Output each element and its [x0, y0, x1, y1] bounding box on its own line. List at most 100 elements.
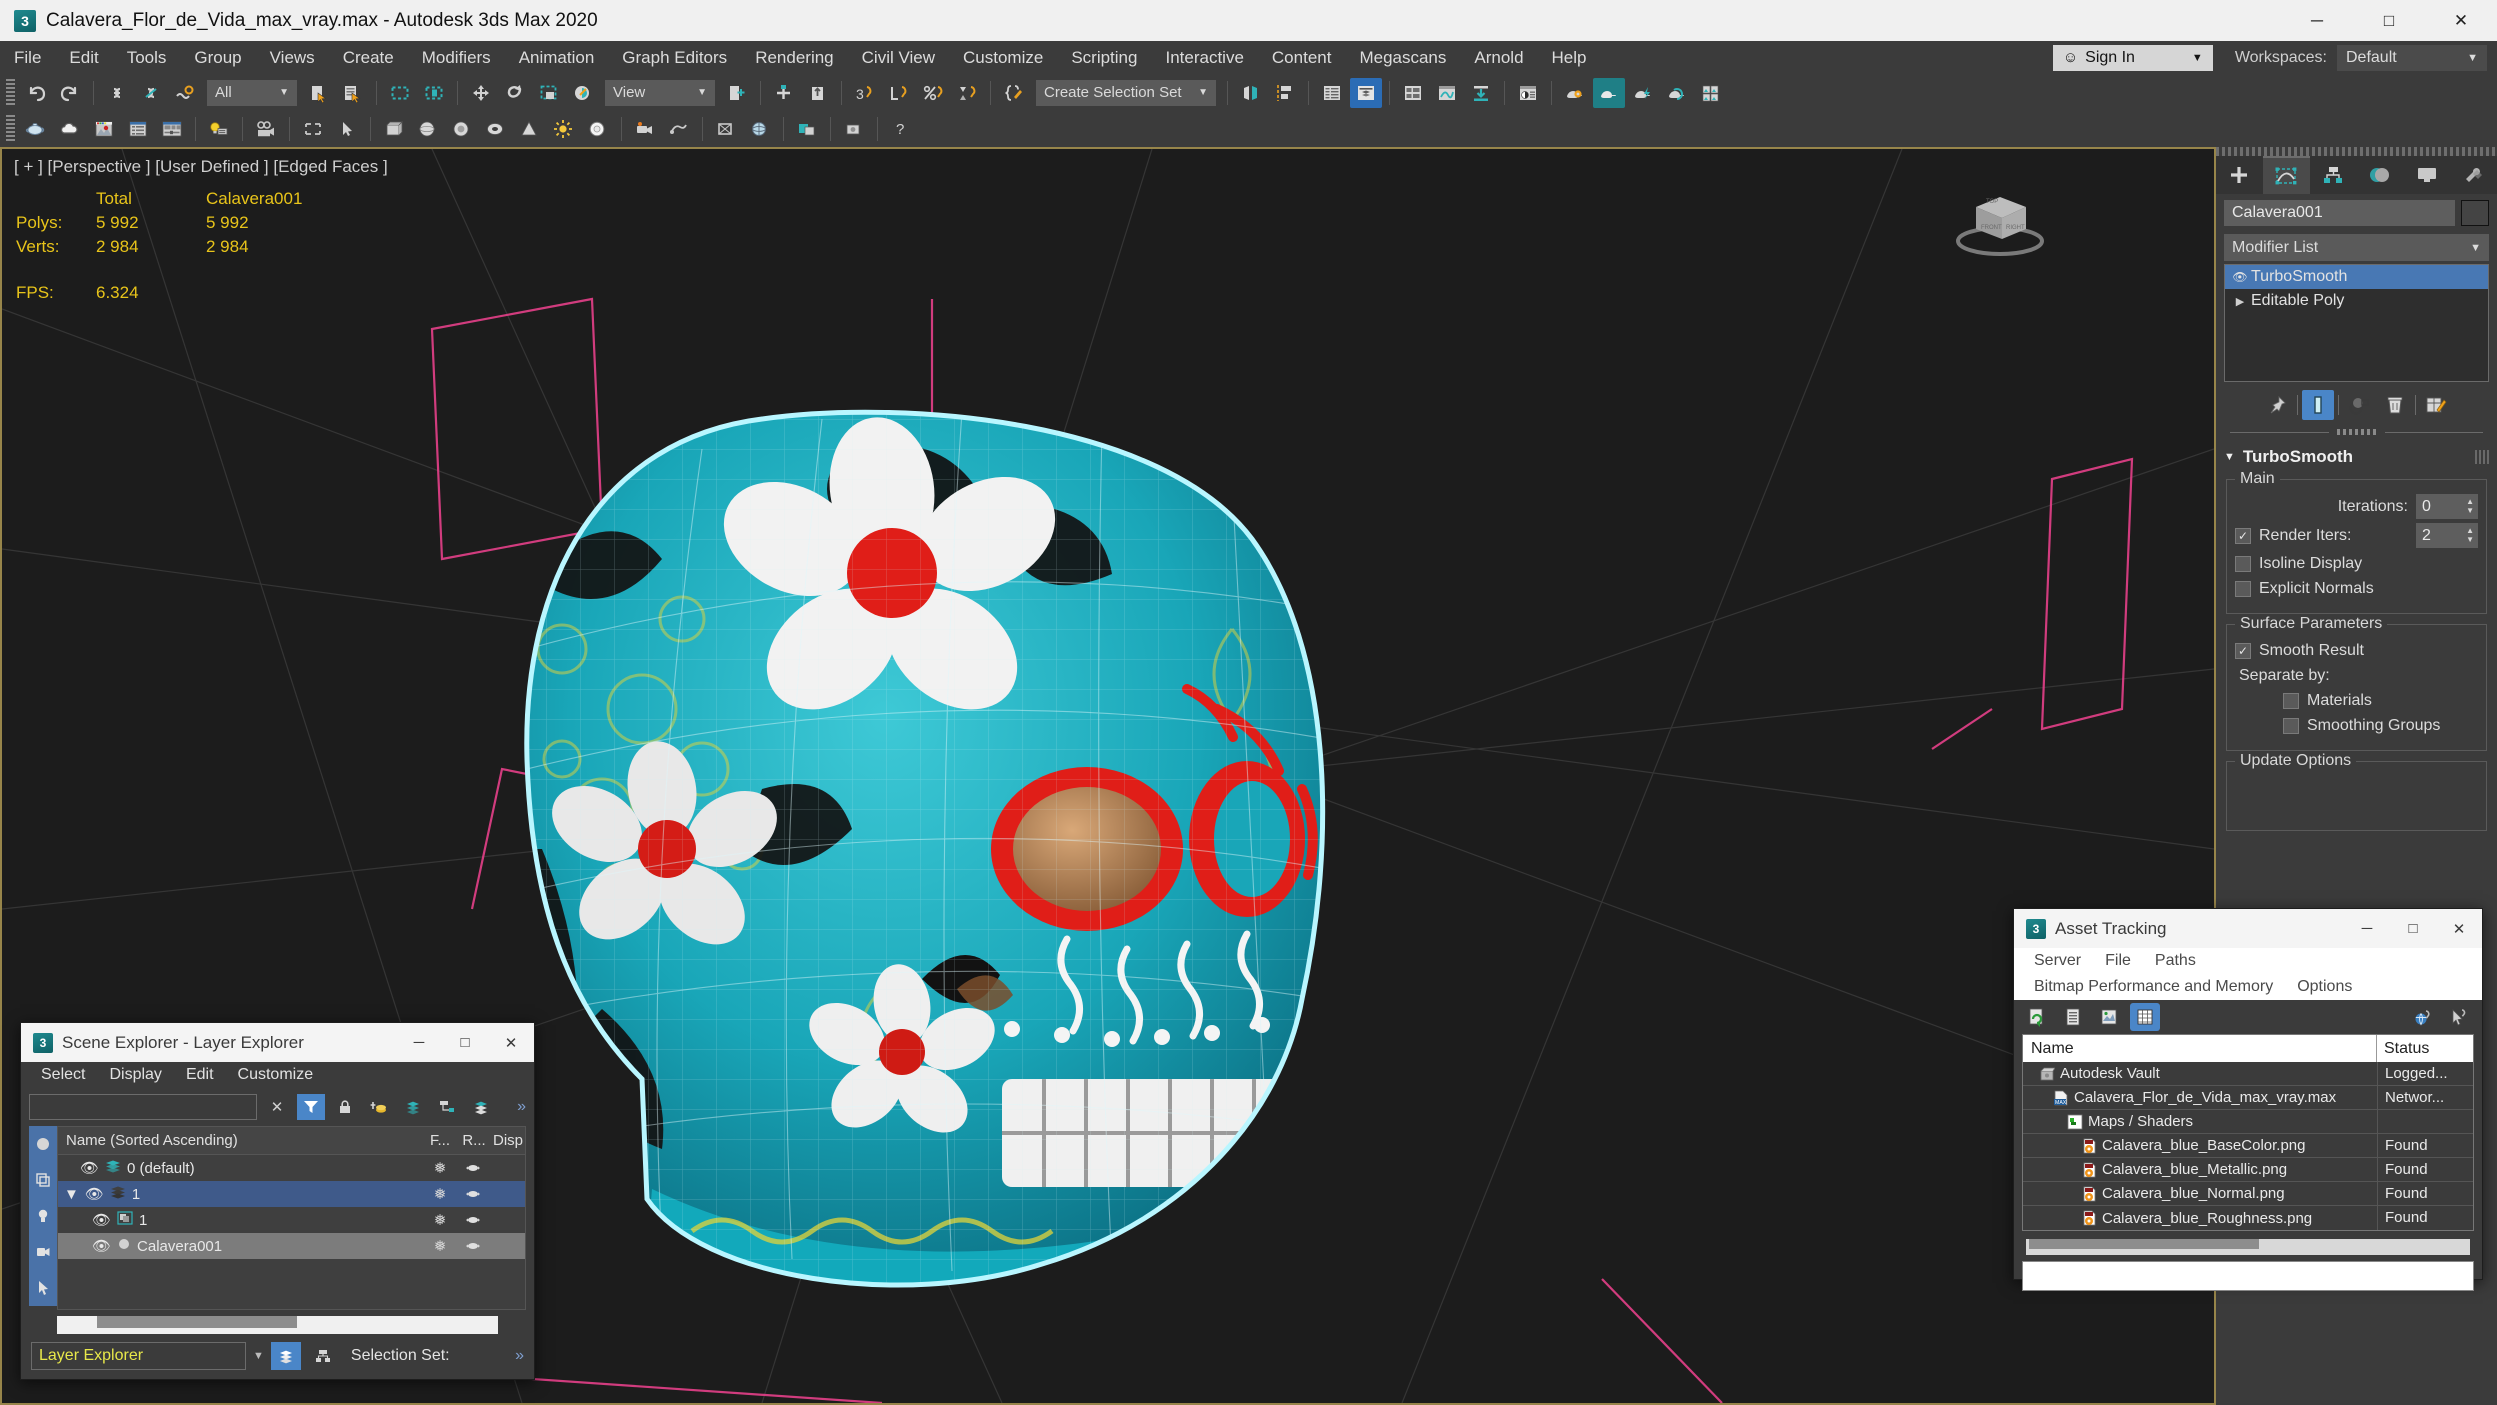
render-cell[interactable]	[457, 1238, 491, 1255]
column-render[interactable]: R...	[457, 1132, 491, 1149]
menu-item-create[interactable]: Create	[329, 41, 408, 74]
freeze-cell[interactable]: ❅	[423, 1159, 457, 1177]
toggle-ribbon-button[interactable]	[1397, 78, 1429, 108]
configure-modifier-sets-icon[interactable]	[2420, 390, 2452, 420]
space-warp-icon[interactable]	[744, 114, 776, 144]
render-cell[interactable]	[457, 1212, 491, 1229]
teapot-icon[interactable]	[20, 114, 52, 144]
hierarchy-tab[interactable]	[2310, 156, 2357, 194]
modifier-stack-item-editable-poly[interactable]: ▶ Editable Poly	[2225, 289, 2488, 313]
help-icon[interactable]: ?	[885, 114, 917, 144]
materials-row[interactable]: Materials	[2283, 692, 2478, 710]
menu-item-graph-editors[interactable]: Graph Editors	[608, 41, 741, 74]
modifier-stack[interactable]: 👁 TurboSmooth ▶ Editable Poly	[2224, 264, 2489, 382]
cloud-icon[interactable]	[54, 114, 86, 144]
column-name[interactable]: Name	[2023, 1035, 2377, 1062]
select-and-scale-button[interactable]	[533, 78, 565, 108]
close-button[interactable]: ✕	[488, 1023, 534, 1062]
render-cell[interactable]	[457, 1186, 491, 1203]
context-help-icon[interactable]	[2444, 1003, 2474, 1031]
menu-item-rendering[interactable]: Rendering	[741, 41, 847, 74]
spinner-snap-toggle-button[interactable]	[951, 78, 983, 108]
asset-tracking-dialog[interactable]: 3 Asset Tracking ─ □ ✕ Server File Paths…	[2013, 908, 2483, 1291]
menu-item-modifiers[interactable]: Modifiers	[408, 41, 505, 74]
menu-item-scripting[interactable]: Scripting	[1057, 41, 1151, 74]
window-crossing-toggle-button[interactable]	[418, 78, 450, 108]
layers-stack-icon[interactable]	[467, 1094, 495, 1120]
layer-hierarchy-icon[interactable]	[433, 1094, 461, 1120]
cone-primitive-icon[interactable]	[514, 114, 546, 144]
menu-item-select[interactable]: Select	[29, 1062, 97, 1088]
rectangular-selection-region-button[interactable]	[384, 78, 416, 108]
menu-item-animation[interactable]: Animation	[505, 41, 609, 74]
material-browser-icon[interactable]	[88, 114, 120, 144]
scene-settings-icon[interactable]	[156, 114, 188, 144]
collapse-triangle-icon[interactable]: ▼	[2224, 451, 2235, 463]
table-row[interactable]: MAX Calavera_Flor_de_Vida_max_vray.max N…	[2023, 1085, 2473, 1110]
spinner-arrows-icon[interactable]: ▲ ▼	[2466, 497, 2474, 515]
toolbar-grip[interactable]	[6, 115, 15, 143]
modifier-stack-item-turbosmooth[interactable]: 👁 TurboSmooth	[2225, 265, 2488, 289]
viewcube[interactable]: TOP FRONT RIGHT	[1942, 169, 2062, 269]
torus-primitive-icon[interactable]	[480, 114, 512, 144]
freeze-cell[interactable]: ❅	[423, 1237, 457, 1255]
use-selection-center-button[interactable]	[768, 78, 800, 108]
toolbar-grip[interactable]	[6, 78, 15, 107]
select-and-link-button[interactable]	[101, 78, 133, 108]
selection-filter-select[interactable]: All ▼	[207, 79, 297, 106]
scene-converter-icon[interactable]	[122, 114, 154, 144]
rollout-header[interactable]: ▼ TurboSmooth	[2224, 443, 2489, 473]
filter-lights-icon[interactable]	[29, 1198, 57, 1234]
search-input[interactable]	[29, 1094, 257, 1120]
menu-item-file[interactable]: File	[0, 41, 55, 74]
menu-item-edit[interactable]: Edit	[55, 41, 112, 74]
filter-shapes-icon[interactable]	[29, 1162, 57, 1198]
menu-item-file[interactable]: File	[2093, 948, 2143, 974]
menu-item-help[interactable]: Help	[1538, 41, 1601, 74]
overflow-chevron-icon[interactable]: »	[517, 1098, 526, 1116]
scene-explorer-dialog[interactable]: 3 Scene Explorer - Layer Explorer ─ □ ✕ …	[20, 1022, 535, 1380]
motion-tab[interactable]	[2356, 156, 2403, 194]
table-row[interactable]: Calavera_blue_BaseColor.png Found	[2023, 1133, 2473, 1158]
spotlight-icon[interactable]	[582, 114, 614, 144]
explicit-normals-checkbox[interactable]	[2235, 581, 2251, 597]
maximize-button[interactable]: □	[2390, 909, 2436, 948]
smoothing-groups-checkbox[interactable]	[2283, 718, 2299, 734]
menu-item-group[interactable]: Group	[180, 41, 255, 74]
sphere-primitive-icon[interactable]	[412, 114, 444, 144]
table-row[interactable]: ▼ 👁 1 ❅	[58, 1181, 525, 1207]
render-setup-dock-button[interactable]	[1465, 78, 1497, 108]
omni-light-icon[interactable]	[548, 114, 580, 144]
freeze-cell[interactable]: ❅	[423, 1185, 457, 1203]
modify-tab[interactable]	[2262, 156, 2310, 194]
unlink-selection-button[interactable]	[135, 78, 167, 108]
asset-tracking-status-field[interactable]	[2022, 1261, 2474, 1291]
asset-tracking-grid[interactable]: Name Status Autodesk Vault Logged... MAX…	[2022, 1034, 2474, 1231]
eye-icon[interactable]: 👁	[92, 1237, 111, 1255]
scene-explorer-hscrollbar[interactable]	[57, 1316, 498, 1334]
menu-item-content[interactable]: Content	[1258, 41, 1346, 74]
help-globe-icon[interactable]	[2408, 1003, 2438, 1031]
freeze-cell[interactable]: ❅	[423, 1211, 457, 1229]
scene-explorer-grid[interactable]: Name (Sorted Ascending) F... R... Disp 👁…	[57, 1126, 526, 1310]
detail-view-icon[interactable]	[2094, 1003, 2124, 1031]
workspace-select[interactable]: Default ▼	[2337, 44, 2487, 71]
redo-button[interactable]	[54, 78, 86, 108]
rendered-frame-window-button[interactable]	[1593, 77, 1625, 108]
smooth-result-checkbox[interactable]: ✓	[2235, 643, 2251, 659]
mirror-button[interactable]	[1235, 78, 1267, 108]
select-object-button[interactable]	[303, 78, 335, 108]
render-production-button[interactable]	[1627, 78, 1659, 108]
named-selection-set-input[interactable]: Create Selection Set ▼	[1036, 79, 1216, 106]
table-row[interactable]: Maps / Shaders	[2023, 1109, 2473, 1134]
edit-named-selection-sets-button[interactable]	[998, 78, 1030, 108]
light-settings-icon[interactable]	[203, 114, 235, 144]
percent-snap-toggle-button[interactable]	[917, 78, 949, 108]
cylinder-primitive-icon[interactable]	[446, 114, 478, 144]
menu-item-civil-view[interactable]: Civil View	[848, 41, 949, 74]
filter-geometry-icon[interactable]	[29, 1126, 57, 1162]
iterations-spinner[interactable]: 0 ▲ ▼	[2416, 494, 2478, 519]
menu-item-megascans[interactable]: Megascans	[1345, 41, 1460, 74]
column-freeze[interactable]: F...	[423, 1132, 457, 1149]
eye-icon[interactable]: 👁	[85, 1185, 104, 1203]
